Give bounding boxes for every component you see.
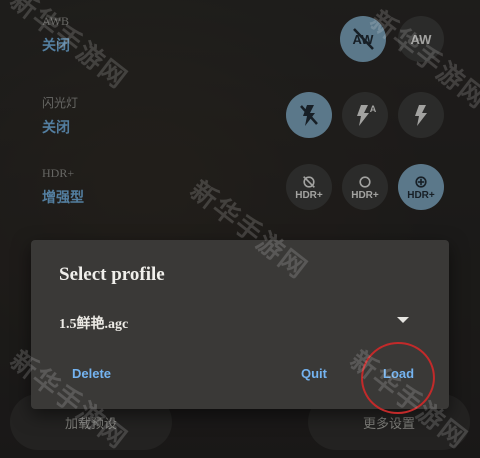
chevron-down-icon[interactable] — [397, 317, 409, 323]
delete-button[interactable]: Delete — [72, 366, 111, 381]
quit-button[interactable]: Quit — [301, 366, 327, 381]
dialog-title: Select profile — [59, 264, 165, 285]
profile-dropdown[interactable]: 1.5鲜艳.agc — [59, 313, 128, 333]
